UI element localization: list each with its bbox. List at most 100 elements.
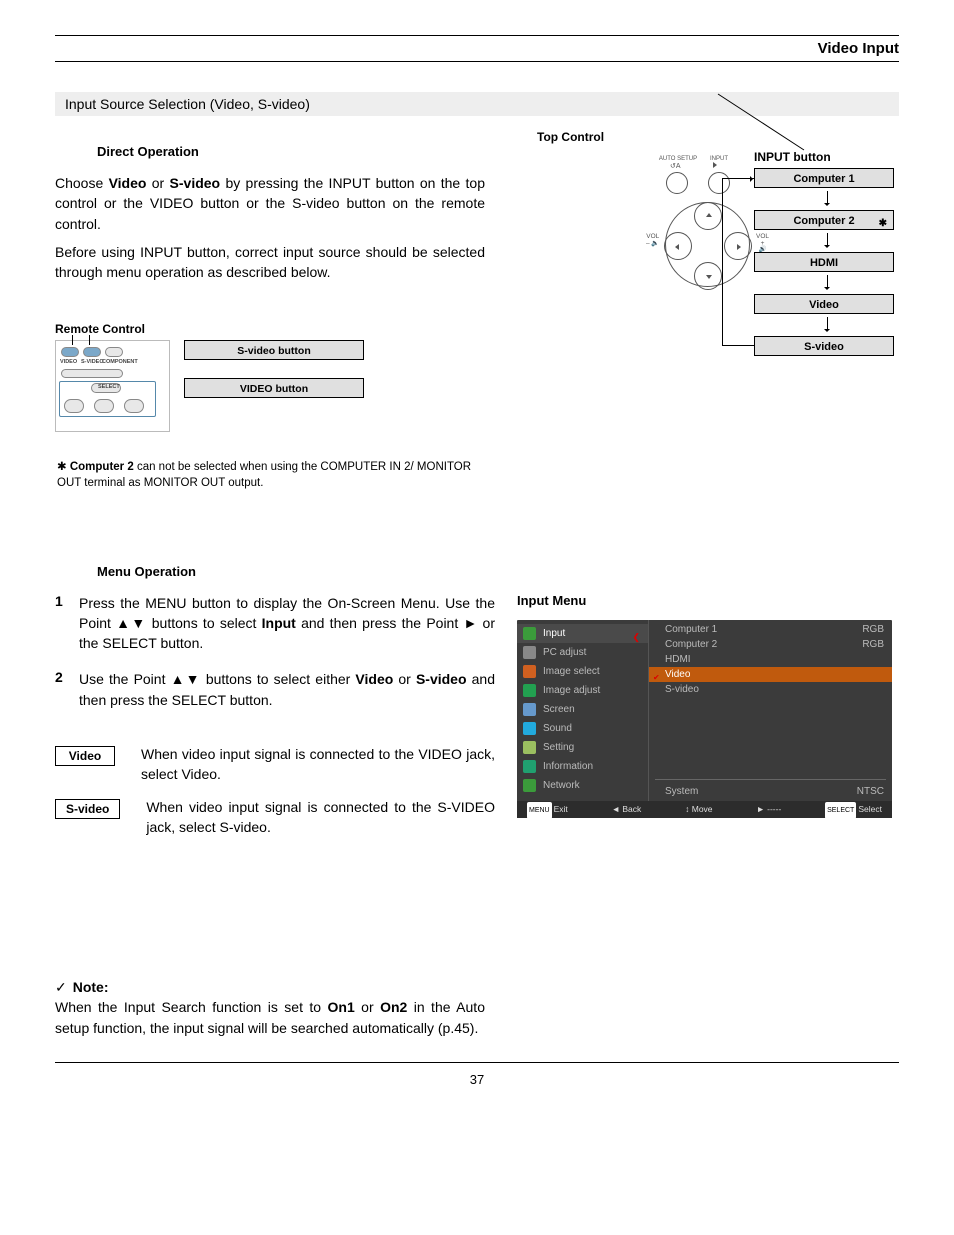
osd-r1v: RGB	[862, 637, 884, 652]
osd-label-pcadjust: PC adjust	[543, 647, 586, 658]
remote-video-label: VIDEO	[60, 359, 77, 365]
step2-number: 2	[55, 669, 69, 710]
point-down-button[interactable]	[694, 262, 722, 290]
osd-row-hdmi[interactable]: HDMI	[649, 652, 892, 667]
direct-operation-label: Direct Operation	[89, 142, 207, 161]
flow-svideo: S-video	[754, 336, 894, 356]
note-title: Note:	[55, 977, 485, 997]
step2-text: Use the Point ▲▼ buttons to select eithe…	[79, 669, 495, 710]
flow-video: Video	[754, 294, 894, 314]
input-menu-heading: Input Menu	[517, 593, 899, 608]
osd-icon-pcadjust	[523, 646, 536, 659]
osd-item-sound[interactable]: Sound	[517, 719, 648, 738]
input-label: INPUT	[704, 156, 734, 162]
video-connect-text: When video input signal is connected to …	[141, 744, 495, 785]
osd-move: Move	[692, 801, 713, 818]
nb: On1	[328, 999, 355, 1015]
s2c: or	[393, 671, 416, 687]
section-title-1: Input Source Selection (Video, S-video)	[55, 92, 899, 116]
osd-item-information[interactable]: Information	[517, 757, 648, 776]
osd-exit: Exit	[554, 801, 568, 818]
osd-r1n: Computer 2	[665, 637, 717, 652]
osd-dash: -----	[767, 801, 781, 818]
flow-computer2: Computer 2✱	[754, 210, 894, 230]
flow-computer2-label: Computer 2	[793, 215, 854, 227]
nc: or	[355, 999, 380, 1015]
osd-label-sound: Sound	[543, 723, 572, 734]
p1d: S-video	[170, 175, 221, 191]
flow-computer1: Computer 1	[754, 168, 894, 188]
remote-control-heading: Remote Control	[55, 322, 170, 336]
osd-label-information: Information	[543, 761, 593, 772]
para-1: Choose Video or S-video by pressing the …	[55, 173, 485, 234]
osd-label-imageselect: Image select	[543, 666, 600, 677]
section-header: Video Input	[818, 40, 899, 57]
remote-control-diagram: VIDEO S-VIDEO COMPONENT SELECT	[55, 340, 170, 432]
footnote-bold: Computer 2	[70, 461, 134, 473]
p1c: or	[146, 175, 169, 191]
remote-svideo-box: S-video button	[184, 340, 364, 360]
osd-label-input: Input	[543, 628, 565, 639]
osd-system-val: NTSC	[857, 784, 884, 799]
note-title-label: Note:	[73, 979, 109, 995]
s2d: S-video	[416, 671, 467, 687]
note-body: When the Input Search function is set to…	[55, 997, 485, 1038]
point-left-button[interactable]	[664, 232, 692, 260]
osd-back: Back	[622, 801, 641, 818]
osd-label-setting: Setting	[543, 742, 574, 753]
osd-select-kbd: SELECT	[825, 802, 856, 819]
osd-row-computer2[interactable]: Computer 2 RGB	[649, 637, 892, 652]
osd-item-network[interactable]: Network	[517, 776, 648, 795]
osd-r0n: Computer 1	[665, 622, 717, 637]
osd-icon-information	[523, 760, 536, 773]
remote-video-box: VIDEO button	[184, 378, 364, 398]
top-control-heading: Top Control	[537, 130, 899, 144]
auto-setup-button[interactable]	[666, 172, 688, 194]
s2b: Video	[355, 671, 393, 687]
osd-item-imageadjust[interactable]: Image adjust	[517, 681, 648, 700]
na: When the Input Search function is set to	[55, 999, 328, 1015]
point-up-button[interactable]	[694, 202, 722, 230]
nd: On2	[380, 999, 407, 1015]
step1-number: 1	[55, 593, 69, 654]
osd-icon-network	[523, 779, 536, 792]
menu-operation-label: Menu Operation	[89, 562, 204, 581]
osd-item-setting[interactable]: Setting	[517, 738, 648, 757]
remote-component-label: COMPONENT	[102, 359, 138, 365]
step1-text: Press the MENU button to display the On-…	[79, 593, 495, 654]
osd-icon-setting	[523, 741, 536, 754]
osd-row-svideo[interactable]: S-video	[649, 682, 892, 697]
osd-label-screen: Screen	[543, 704, 575, 715]
s2a: Use the Point ▲▼ buttons to select eithe…	[79, 671, 355, 687]
osd-icon-imageadjust	[523, 684, 536, 697]
svideo-box: S-video	[55, 799, 120, 819]
remote-svideo-label: S-VIDEO	[81, 359, 104, 365]
svideo-connect-text: When video input signal is connected to …	[146, 797, 495, 838]
flow-hdmi: HDMI	[754, 252, 894, 272]
osd-icon-imageselect	[523, 665, 536, 678]
page-number: 37	[470, 1072, 484, 1087]
osd-item-screen[interactable]: Screen	[517, 700, 648, 719]
osd-item-pcadjust[interactable]: PC adjust	[517, 643, 648, 662]
osd-r4n: S-video	[665, 682, 699, 697]
osd-r2n: HDMI	[665, 652, 691, 667]
osd-icon-input	[523, 627, 536, 640]
osd-row-system[interactable]: System NTSC	[649, 784, 892, 799]
osd-row-computer1[interactable]: Computer 1RGB	[649, 622, 892, 637]
osd-icon-screen	[523, 703, 536, 716]
p1a: Choose	[55, 175, 109, 191]
osd-icon-sound	[523, 722, 536, 735]
vol-left-minus: –	[646, 240, 650, 247]
video-box: Video	[55, 746, 115, 766]
osd-label-network: Network	[543, 780, 580, 791]
p1b: Video	[109, 175, 147, 191]
osd-menu-screenshot: Input❮ PC adjust Image select Image adju…	[517, 620, 892, 818]
osd-footer: MENUExit ◄ Back ↕ Move ► ----- SELECTSel…	[517, 801, 892, 818]
footnote-asterisk: ✱	[57, 461, 67, 473]
osd-row-video[interactable]: ✔Video	[649, 667, 892, 682]
osd-system-label: System	[665, 784, 698, 799]
osd-menu-kbd: MENU	[527, 802, 552, 819]
input-flow-chart: INPUT button Computer 1 Computer 2✱ HDMI…	[754, 150, 899, 356]
osd-item-imageselect[interactable]: Image select	[517, 662, 648, 681]
osd-item-input[interactable]: Input❮	[517, 624, 648, 643]
